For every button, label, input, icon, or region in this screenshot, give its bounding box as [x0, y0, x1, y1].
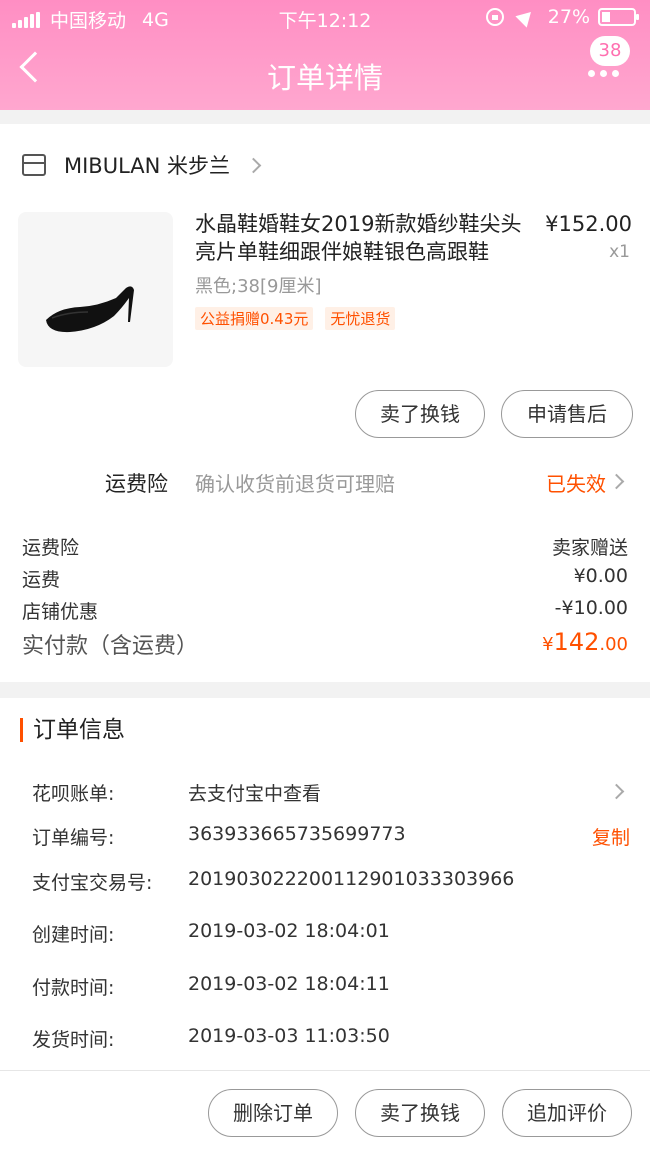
fee-label: 运费: [22, 569, 61, 591]
add-review-button[interactable]: 追加评价: [502, 1089, 632, 1137]
fee-value: 卖家赠送: [551, 537, 628, 559]
more-button[interactable]: 38: [588, 36, 630, 78]
copy-button[interactable]: 复制: [592, 823, 630, 850]
freight-insurance-row[interactable]: 运费险 确认收货前退货可理赔 已失效: [0, 460, 650, 500]
fee-label: 店铺优惠: [22, 601, 99, 623]
total-paid-row: 实付款（含运费） ¥142.00: [22, 628, 628, 660]
info-value: 363933665735699773: [188, 823, 406, 845]
product-tags: 公益捐赠0.43元 无忧退货: [195, 307, 407, 330]
total-decimal: .00: [599, 634, 628, 655]
total-integer: 142: [553, 628, 600, 656]
page-title: 订单详情: [266, 61, 383, 95]
total-value: ¥142.00: [542, 628, 628, 656]
product-title[interactable]: 水晶鞋婚鞋女2019新款婚纱鞋尖头亮片单鞋细跟伴娘鞋银色高跟鞋: [195, 210, 525, 266]
chevron-right-icon: [608, 473, 625, 490]
fee-discount-row: 店铺优惠 -¥10.00: [22, 597, 628, 624]
delete-order-button[interactable]: 删除订单: [208, 1089, 338, 1137]
shop-icon: [22, 154, 46, 176]
freight-insurance-status[interactable]: 已失效: [546, 468, 606, 497]
info-value: 2019030222001129010333039​66: [188, 868, 515, 890]
total-currency: ¥: [542, 634, 554, 655]
info-value: 去支付宝中查看: [188, 783, 322, 805]
bottom-action-bar: 删除订单 卖了换钱 追加评价: [0, 1070, 650, 1156]
fee-insurance-row: 运费险 卖家赠送: [22, 533, 628, 560]
product-card: MIBULAN 米步兰 水晶鞋婚鞋女2019新款婚纱鞋尖头亮片单鞋细跟伴娘鞋银色…: [0, 124, 650, 682]
info-label: 付款时间:: [32, 977, 115, 999]
battery-percent: 27%: [547, 6, 590, 28]
product-quantity: x1: [609, 242, 630, 262]
sell-button[interactable]: 卖了换钱: [355, 1089, 485, 1137]
return-tag: 无忧退货: [325, 307, 396, 330]
info-value: 2019-03-02 18:04:01: [188, 920, 390, 942]
info-label: 花呗账单:: [32, 783, 115, 805]
freight-insurance-label: 运费险: [105, 472, 168, 496]
info-value: 2019-03-02 18:04:11: [188, 973, 390, 995]
chevron-right-icon: [608, 783, 625, 800]
product-price: ¥152.00: [545, 212, 632, 236]
shop-name: MIBULAN 米步兰: [64, 154, 231, 178]
info-label: 创建时间:: [32, 924, 115, 946]
fee-shipping-row: 运费 ¥0.00: [22, 565, 628, 592]
shop-link[interactable]: MIBULAN 米步兰: [22, 150, 262, 180]
status-right: 27%: [485, 6, 639, 28]
fee-value: -¥10.00: [554, 597, 628, 619]
location-icon: [515, 6, 537, 28]
battery-icon: [598, 8, 639, 26]
rotation-lock-icon: [485, 8, 504, 26]
info-label: 订单编号:: [32, 827, 115, 849]
info-label: 发货时间:: [32, 1029, 115, 1051]
charity-tag: 公益捐赠0.43元: [195, 307, 314, 330]
fee-label: 运费险: [22, 537, 80, 559]
product-title-text: 水晶鞋婚鞋女2019新款婚纱鞋尖头亮片单鞋细跟伴娘鞋银色高跟鞋: [195, 212, 522, 264]
fee-value: ¥0.00: [573, 565, 628, 587]
freight-insurance-desc: 确认收货前退货可理赔: [195, 472, 395, 496]
info-value: 2019-03-03 11:03:50: [188, 1025, 390, 1047]
order-info-title: 订单信息: [20, 718, 125, 742]
status-bar: 中国移动 4G 下午12:12 27%: [0, 0, 650, 36]
info-label: 支付宝交易号:: [32, 872, 153, 894]
total-label: 实付款（含运费）: [22, 634, 199, 659]
chevron-right-icon: [245, 157, 262, 173]
message-badge: 38: [590, 36, 630, 66]
product-sku: 黑色;38[9厘米]: [195, 276, 322, 297]
more-dots-icon: [588, 70, 624, 77]
sell-button[interactable]: 卖了换钱: [355, 390, 485, 438]
header: 中国移动 4G 下午12:12 27% 订单详情 38: [0, 0, 650, 110]
product-image[interactable]: [18, 212, 173, 367]
high-heel-shoe-icon: [46, 286, 134, 333]
after-sale-button[interactable]: 申请售后: [501, 390, 633, 438]
order-info-card: 订单信息 花呗账单: 去支付宝中查看 订单编号: 363933665735699…: [0, 698, 650, 1070]
